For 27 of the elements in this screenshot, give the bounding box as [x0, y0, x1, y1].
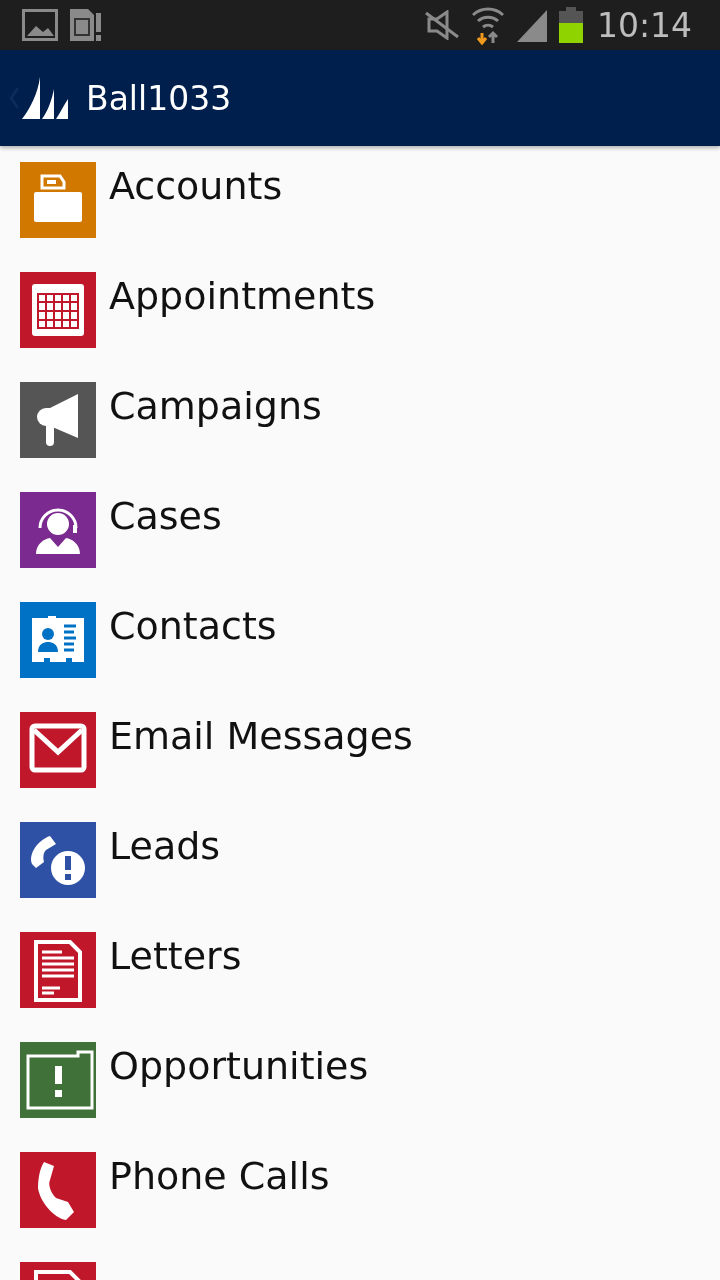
sim-card-icon — [68, 7, 102, 43]
picture-icon — [22, 9, 58, 41]
menu-item[interactable]: Appointments — [0, 272, 720, 382]
menu-item-label: Phone Calls — [109, 1153, 330, 1200]
menu-item[interactable]: Phone Calls — [0, 1152, 720, 1262]
menu-item-label: Cases — [109, 493, 222, 540]
menu-item[interactable]: Accounts — [0, 162, 720, 272]
menu-item-label: Leads — [109, 823, 221, 870]
menu-item[interactable]: Letters — [0, 932, 720, 1042]
signal-icon — [514, 8, 549, 42]
clock-time: 10:14 — [596, 5, 692, 45]
menu-item[interactable]: Email Messages — [0, 712, 720, 822]
menu-item[interactable]: Cases — [0, 492, 720, 602]
menu-item-label: Campaigns — [109, 383, 322, 430]
menu-item[interactable]: Leads — [0, 822, 720, 932]
wifi-icon — [470, 5, 505, 45]
menu-item[interactable]: Campaigns — [0, 382, 720, 492]
menu-item-label: Opportunities — [109, 1043, 369, 1090]
menu-item-label: Contacts — [109, 603, 277, 650]
battery-icon — [558, 7, 583, 43]
app-title: Ball1033 — [86, 78, 232, 118]
menu-item-label: Accounts — [109, 163, 283, 210]
menu-item[interactable]: Opportunities — [0, 1042, 720, 1152]
menu-item[interactable]: Contacts — [0, 602, 720, 712]
menu-item-label: Appointments — [109, 273, 376, 320]
menu-item-label: Letters — [109, 933, 242, 980]
menu-item-label: Email Messages — [109, 713, 413, 760]
